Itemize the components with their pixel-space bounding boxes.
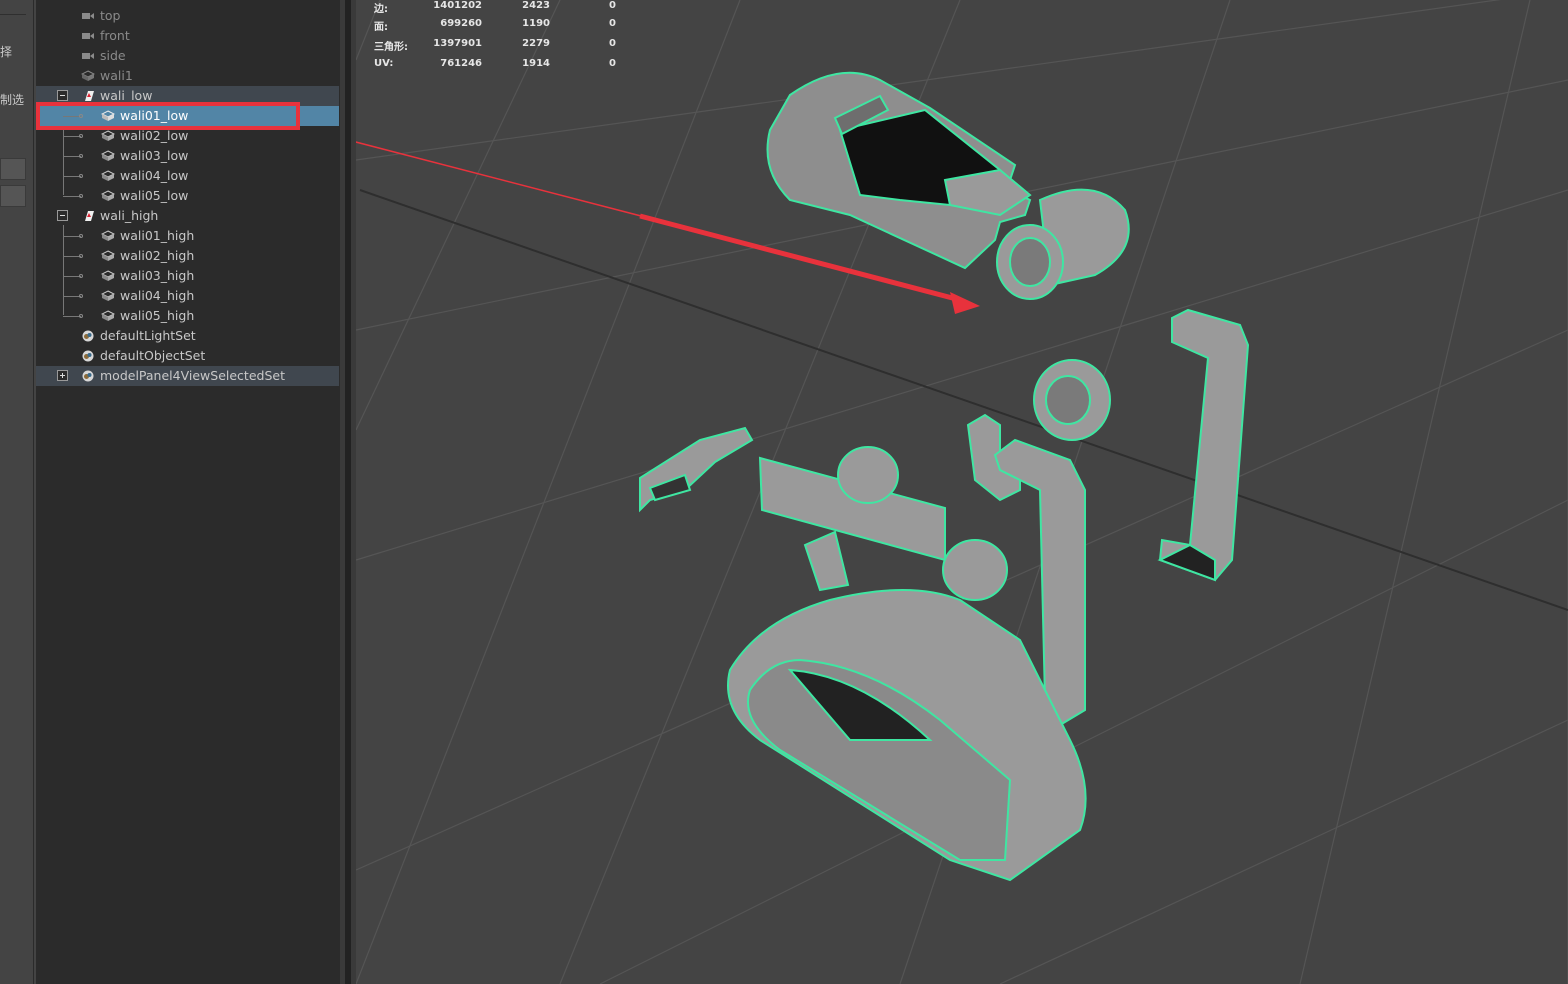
item-label: side (100, 48, 126, 63)
item-label: wali03_high (120, 268, 195, 283)
mesh-icon (101, 310, 115, 321)
set-icon (82, 370, 94, 382)
hud-label: 边: (374, 4, 388, 15)
item-label: front (100, 28, 130, 43)
expand-toggle[interactable] (57, 370, 68, 381)
mesh-arm-right (1157, 308, 1250, 582)
outliner-panel: top front side wali1 wali_low wali01_low… (36, 0, 340, 984)
mesh-icon (81, 70, 95, 81)
mesh-head (766, 71, 1032, 270)
item-label: wali05_high (120, 308, 195, 323)
item-label: wali02_high (120, 248, 195, 263)
strip-button[interactable] (0, 158, 26, 180)
outliner-item-wali1[interactable]: wali1 (36, 66, 339, 86)
item-label: wali01_high (120, 228, 195, 243)
set-icon (82, 330, 94, 342)
collapse-toggle[interactable] (57, 90, 68, 101)
strip-separator (0, 14, 26, 15)
item-label: wali03_low (120, 148, 189, 163)
set-icon (82, 350, 94, 362)
tree-node (79, 154, 83, 158)
mesh-small-part (639, 426, 1008, 601)
mesh-icon (101, 290, 115, 301)
hud-value: 2423 (522, 0, 550, 11)
strip-button[interactable] (0, 185, 26, 207)
strip-label-clip[interactable]: 制选 (0, 91, 24, 108)
splitter-groove (345, 0, 351, 984)
tool-strip: 择 制选 (0, 0, 34, 984)
hud-value: 1401202 (433, 0, 482, 11)
hud-value: 0 (609, 0, 616, 11)
hud-label: 三角形: (374, 42, 408, 53)
outliner-item-wali04-high[interactable]: wali04_high (36, 286, 339, 306)
item-label: wali04_low (120, 168, 189, 183)
hud-value: 0 (609, 58, 616, 69)
item-label: wali1 (100, 68, 133, 83)
mesh-icon (101, 170, 115, 181)
camera-icon (82, 13, 94, 19)
tree-node (79, 174, 83, 178)
item-label: wali05_low (120, 188, 189, 203)
camera-icon (82, 33, 94, 39)
hud-value: 0 (609, 18, 616, 29)
mesh-icon (101, 230, 115, 241)
collapse-toggle[interactable] (57, 210, 68, 221)
panel-splitter[interactable] (340, 0, 356, 984)
mesh-eye-small (1033, 359, 1111, 441)
hud-value: 761246 (440, 58, 482, 69)
item-label: top (100, 8, 121, 23)
outliner-item-front[interactable]: front (36, 26, 339, 46)
item-label: defaultLightSet (100, 328, 196, 343)
outliner-item-wali04-low[interactable]: wali04_low (36, 166, 339, 186)
outliner-item-side[interactable]: side (36, 46, 339, 66)
viewport-scene (356, 0, 1568, 984)
mesh-icon (101, 130, 115, 141)
hud-label: UV: (374, 58, 394, 69)
strip-label-select[interactable]: 择 (0, 43, 12, 60)
tree-node (79, 134, 83, 138)
3d-viewport[interactable] (356, 0, 1568, 984)
group-icon (85, 91, 94, 101)
outliner-item-wali01-high[interactable]: wali01_high (36, 226, 339, 246)
poly-count-hud: 边: 1401202 2423 0 面: 699260 1190 0 三角形: … (372, 0, 632, 72)
tree-node (79, 274, 83, 278)
item-label: modelPanel4ViewSelectedSet (100, 368, 285, 383)
mesh-icon (101, 270, 115, 281)
hud-value: 1190 (522, 18, 550, 29)
camera-icon (82, 53, 94, 59)
mesh-base (727, 589, 1087, 882)
outliner-item-wali05-high[interactable]: wali05_high (36, 306, 339, 326)
hud-value: 2279 (522, 38, 550, 49)
hud-value: 699260 (440, 18, 482, 29)
tree-node (79, 234, 83, 238)
hud-label: 面: (374, 22, 388, 33)
outliner-item-default-object-set[interactable]: defaultObjectSet (36, 346, 339, 366)
outliner-item-model-panel-set[interactable]: modelPanel4ViewSelectedSet (36, 366, 339, 386)
tree-node (79, 194, 83, 198)
annotation-highlight-box (36, 102, 300, 130)
outliner-item-default-light-set[interactable]: defaultLightSet (36, 326, 339, 346)
item-label: wali04_high (120, 288, 195, 303)
tree-node (79, 294, 83, 298)
group-icon (85, 211, 94, 221)
hud-value: 1914 (522, 58, 550, 69)
tree-node (79, 254, 83, 258)
item-label: wali_high (100, 208, 159, 223)
hud-value: 0 (609, 38, 616, 49)
tree-node (79, 314, 83, 318)
outliner-item-wali02-high[interactable]: wali02_high (36, 246, 339, 266)
mesh-icon (101, 250, 115, 261)
outliner-item-wali-high[interactable]: wali_high (36, 206, 339, 226)
item-label: defaultObjectSet (100, 348, 206, 363)
hud-value: 1397901 (433, 38, 482, 49)
mesh-icon (101, 150, 115, 161)
outliner-item-top[interactable]: top (36, 6, 339, 26)
outliner-item-wali03-high[interactable]: wali03_high (36, 266, 339, 286)
outliner-item-wali03-low[interactable]: wali03_low (36, 146, 339, 166)
mesh-icon (101, 190, 115, 201)
outliner-item-wali05-low[interactable]: wali05_low (36, 186, 339, 206)
